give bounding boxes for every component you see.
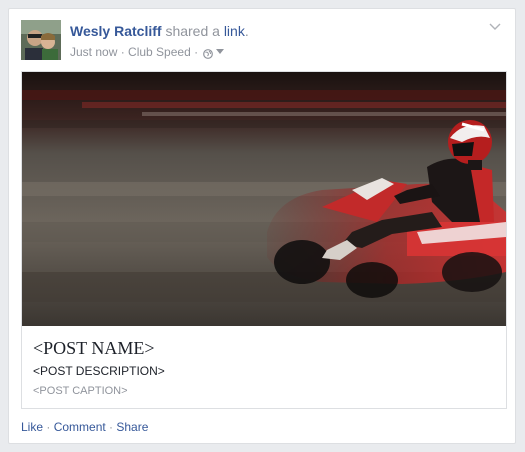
post-name[interactable]: <POST NAME> [33,336,495,360]
link-preview-image[interactable] [22,72,506,326]
meta-separator: · [117,44,129,59]
post-description: <POST DESCRIPTION> [33,364,165,378]
story-menu-button[interactable] [487,20,503,34]
post-caption: <POST CAPTION> [33,385,128,397]
go-kart-photo [22,72,506,326]
action-text: shared a [165,23,220,39]
source-link[interactable]: Club Speed [128,45,191,59]
avatar-photo [21,20,61,60]
link-text[interactable]: <POST NAME> <POST DESCRIPTION> <POST CAP… [33,336,495,398]
actor-line: Wesly Ratcliff shared a link. [70,22,473,40]
link-attachment[interactable]: <POST NAME> <POST DESCRIPTION> <POST CAP… [21,71,507,409]
shared-link-link[interactable]: link [224,23,245,39]
feed-story-card: Wesly Ratcliff shared a link. Just now ·… [8,8,516,444]
share-link[interactable]: Share [116,420,148,434]
globe-icon[interactable] [203,47,214,59]
chevron-down-icon [489,23,501,30]
timestamp-link[interactable]: Just now [70,45,117,59]
comment-link[interactable]: Comment [54,420,106,434]
actions-separator: · [105,420,117,434]
story-meta: Just now · Club Speed · [70,43,473,60]
like-link[interactable]: Like [21,420,43,434]
privacy-caret-icon[interactable] [216,49,225,55]
avatar[interactable] [21,20,61,60]
meta-separator: · [190,44,202,59]
actor-name-link[interactable]: Wesly Ratcliff [70,23,162,39]
action-period: . [244,23,249,39]
story-header: Wesly Ratcliff shared a link. Just now ·… [21,20,503,62]
actions-separator: · [43,420,54,434]
header-text: Wesly Ratcliff shared a link. Just now ·… [70,22,473,60]
story-actions: Like · Comment · Share [21,419,148,435]
